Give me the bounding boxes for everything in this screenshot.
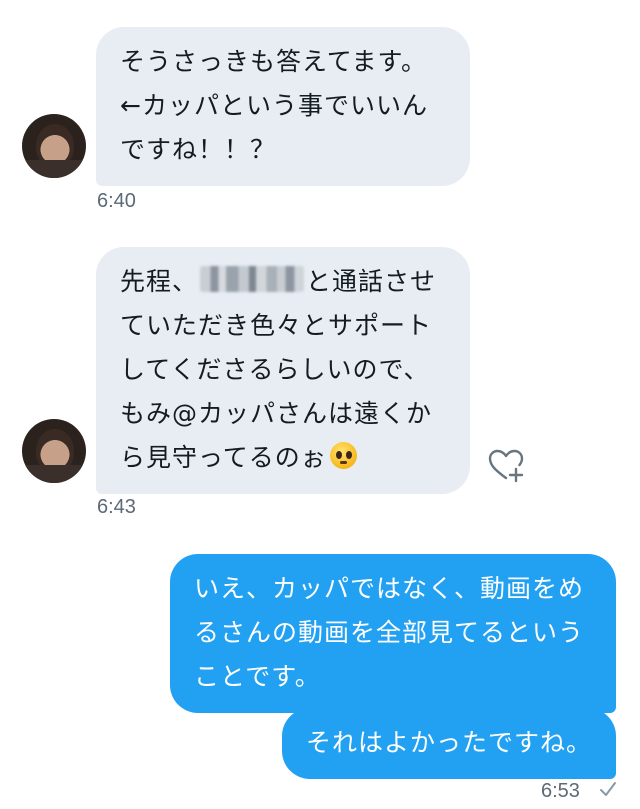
message-line: 先程、 と通話させ (120, 260, 446, 304)
message-line: そうさっきも答えてます。 (120, 47, 428, 76)
message-line-prefix: 先程、 (120, 267, 199, 296)
outgoing-message-bubble[interactable]: いえ、カッパではなく、動画をめ るさんの動画を全部見てるという ことです。 (170, 554, 616, 713)
incoming-message-bubble[interactable]: そうさっきも答えてます。 ←カッパという事でいいん ですね！！？ (96, 27, 470, 186)
message-timestamp: 6:43 (97, 496, 136, 518)
incoming-avatar[interactable] (22, 419, 86, 483)
sent-check-icon (600, 782, 616, 796)
message-line: してくださるらしいので、 (120, 355, 430, 384)
message-line: ですね！！？ (120, 135, 277, 164)
outgoing-message-bubble[interactable]: それはよかったですね。 (282, 708, 616, 779)
message-line: それはよかったですね。 (306, 728, 593, 757)
message-line: ら見守ってるのぉ (120, 436, 446, 480)
message-line: ていただき色々とサポート (120, 311, 433, 340)
message-timestamp: 6:40 (97, 190, 136, 212)
message-line: るさんの動画を全部見てるという (194, 618, 585, 647)
message-line: ことです。 (194, 662, 321, 691)
heart-plus-icon (488, 449, 524, 483)
message-line: もみ@カッパさんは遠くか (120, 399, 433, 428)
redacted-name (200, 266, 305, 292)
incoming-avatar[interactable] (22, 114, 86, 178)
message-line: いえ、カッパではなく、動画をめ (194, 574, 585, 603)
message-timestamp: 6:53 (541, 780, 580, 802)
like-message-button[interactable] (486, 445, 526, 485)
pleading-face-emoji (329, 442, 357, 469)
message-line-text: ら見守ってるのぉ (120, 443, 327, 472)
message-line: ←カッパという事でいいん (120, 91, 428, 120)
message-line-suffix: と通話させ (306, 267, 437, 296)
incoming-message-bubble[interactable]: 先程、 と通話させ ていただき色々とサポート してくださるらしいので、 もみ@カッ… (96, 247, 470, 494)
